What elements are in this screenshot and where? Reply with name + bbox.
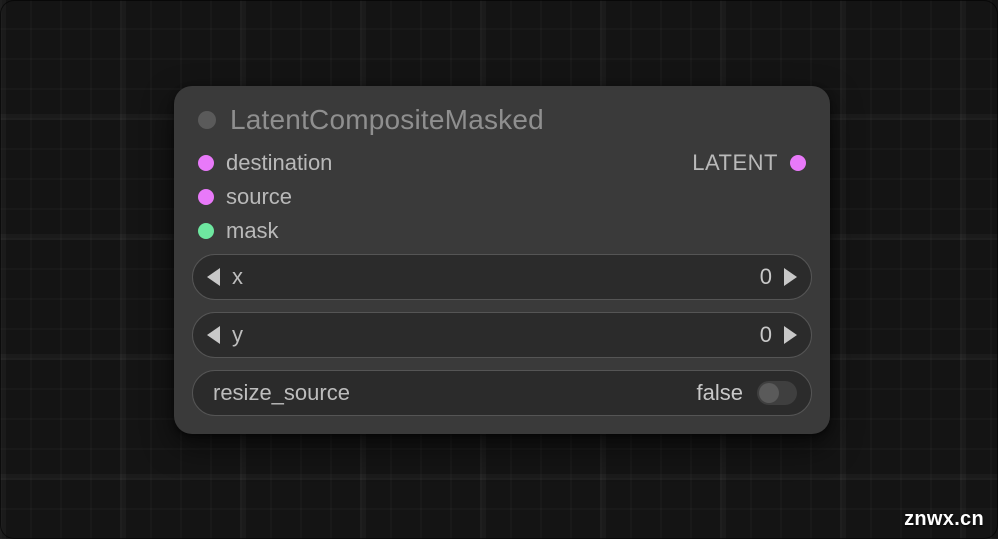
input-label-mask: mask bbox=[226, 218, 279, 244]
output-port-latent[interactable] bbox=[790, 155, 806, 171]
toggle-resize-source[interactable] bbox=[757, 381, 797, 405]
io-row-mask: mask bbox=[174, 214, 830, 248]
widget-resize-source-value: false bbox=[697, 380, 743, 406]
chevron-left-icon[interactable] bbox=[207, 268, 220, 286]
node-latent-composite-masked[interactable]: LatentCompositeMasked destination LATENT… bbox=[174, 86, 830, 434]
input-port-source[interactable] bbox=[198, 189, 214, 205]
widget-y-label: y bbox=[232, 322, 243, 348]
widget-resize-source-label: resize_source bbox=[213, 380, 350, 406]
io-row-source: source bbox=[174, 180, 830, 214]
output-label-latent: LATENT bbox=[692, 150, 778, 176]
widget-y-value[interactable]: 0 bbox=[760, 322, 772, 348]
chevron-right-icon[interactable] bbox=[784, 268, 797, 286]
input-port-mask[interactable] bbox=[198, 223, 214, 239]
chevron-right-icon[interactable] bbox=[784, 326, 797, 344]
input-label-destination: destination bbox=[226, 150, 332, 176]
io-row-destination: destination LATENT bbox=[174, 146, 830, 180]
chevron-left-icon[interactable] bbox=[207, 326, 220, 344]
toggle-knob-icon bbox=[759, 383, 779, 403]
node-widgets: x 0 y 0 resize_source false bbox=[174, 248, 830, 416]
collapse-dot-icon[interactable] bbox=[198, 111, 216, 129]
widget-x[interactable]: x 0 bbox=[192, 254, 812, 300]
widget-x-value[interactable]: 0 bbox=[760, 264, 772, 290]
widget-y[interactable]: y 0 bbox=[192, 312, 812, 358]
input-port-destination[interactable] bbox=[198, 155, 214, 171]
input-label-source: source bbox=[226, 184, 292, 210]
node-header[interactable]: LatentCompositeMasked bbox=[174, 86, 830, 146]
node-title: LatentCompositeMasked bbox=[230, 104, 544, 136]
widget-x-label: x bbox=[232, 264, 243, 290]
widget-resize-source[interactable]: resize_source false bbox=[192, 370, 812, 416]
watermark-text: znwx.cn bbox=[904, 508, 984, 531]
